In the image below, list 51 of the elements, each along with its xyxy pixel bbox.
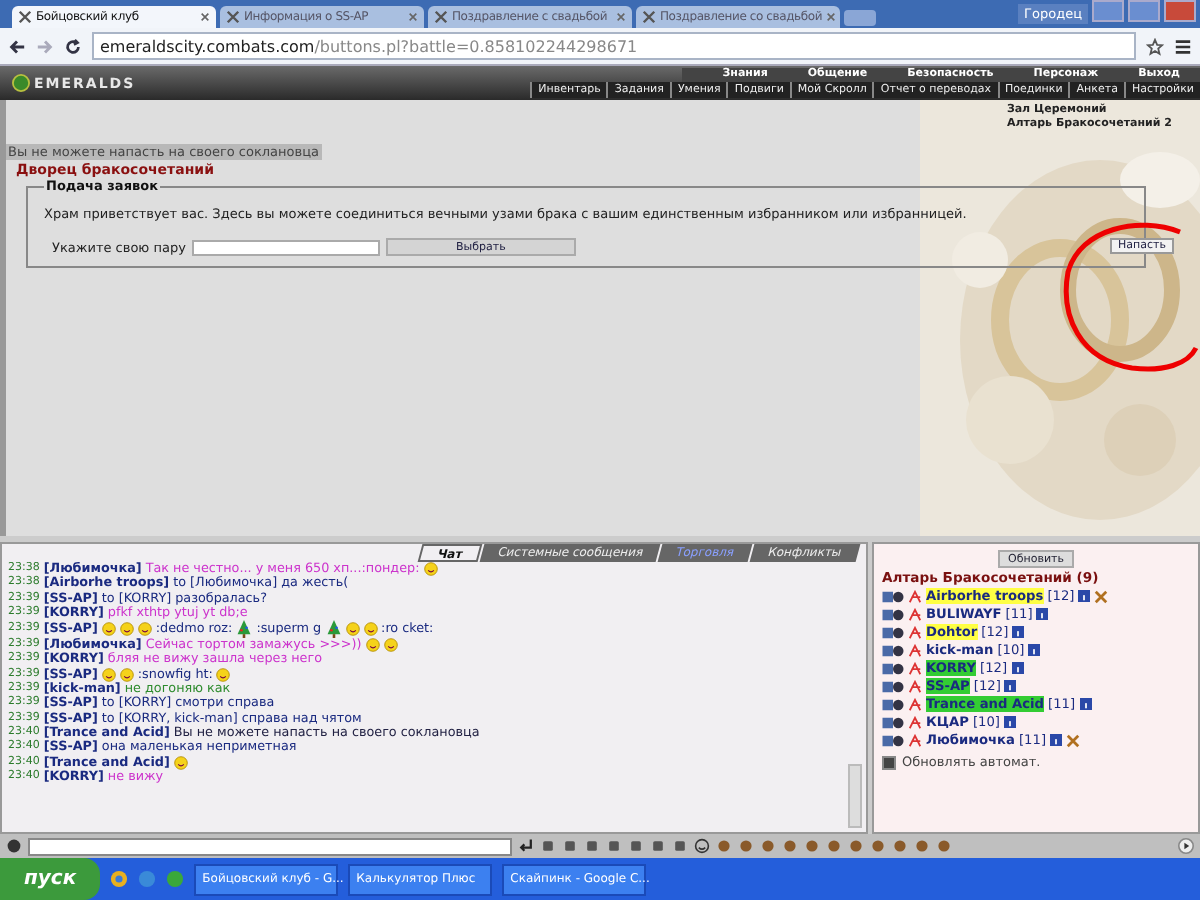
smiley-icon: [216, 667, 231, 682]
smiley-icon: [119, 622, 134, 637]
cross-icon: [1066, 733, 1081, 747]
clan-emblem-icon: [882, 715, 904, 729]
smiley-icon: [101, 667, 116, 682]
clan-emblem-icon: [882, 625, 904, 639]
info-icon[interactable]: [1012, 626, 1025, 638]
reload-icon[interactable]: [64, 37, 82, 55]
clan-emblem-icon: [882, 661, 904, 675]
address-field[interactable]: emeraldscity.combats.com/buttons.pl?battle=0.858102244298671: [92, 32, 1136, 60]
enter-icon[interactable]: [518, 838, 534, 854]
info-icon[interactable]: [1079, 698, 1092, 710]
smiley-icon: [173, 755, 188, 770]
info-icon[interactable]: [1036, 608, 1049, 620]
close-icon[interactable]: [826, 12, 837, 22]
start-button[interactable]: пуск: [0, 858, 101, 900]
info-icon[interactable]: [1078, 590, 1091, 602]
clan-emblem-icon: [882, 607, 904, 621]
info-icon[interactable]: [1011, 662, 1024, 674]
back-icon[interactable]: [8, 37, 26, 55]
cross-icon: [1094, 589, 1109, 603]
gem-icon: [12, 74, 30, 92]
play-icon[interactable]: [1178, 838, 1194, 854]
close-icon[interactable]: [200, 12, 210, 22]
star-icon[interactable]: [1146, 37, 1164, 55]
info-icon[interactable]: [1050, 734, 1063, 746]
clan-emblem-icon: [882, 643, 904, 657]
clan-emblem-icon: [882, 679, 904, 693]
clan-emblem-icon: [882, 589, 904, 603]
smiley-icon: [345, 622, 360, 637]
christmas-tree-icon: [236, 620, 253, 639]
smiley-icon: [383, 638, 398, 653]
close-button[interactable]: [1164, 0, 1196, 22]
clan-emblem-icon: [882, 697, 904, 711]
close-icon[interactable]: [408, 12, 418, 22]
clan-emblem-icon: [882, 733, 904, 747]
auto-refresh-checkbox[interactable]: [882, 755, 896, 769]
smiley-icon: [101, 622, 116, 637]
info-icon[interactable]: [1004, 680, 1017, 692]
smiley-icon: [423, 562, 438, 577]
chat-input[interactable]: [28, 837, 512, 855]
smiley-icon[interactable]: [694, 838, 710, 854]
christmas-tree-icon: [325, 620, 342, 639]
smiley-icon: [137, 622, 152, 637]
info-icon[interactable]: [1028, 644, 1041, 656]
close-icon[interactable]: [616, 12, 626, 22]
scrollbar[interactable]: [848, 764, 862, 828]
smiley-icon: [119, 667, 134, 682]
menu-icon[interactable]: [1174, 37, 1192, 55]
info-icon[interactable]: [1004, 716, 1016, 728]
pair-input[interactable]: [191, 239, 380, 255]
